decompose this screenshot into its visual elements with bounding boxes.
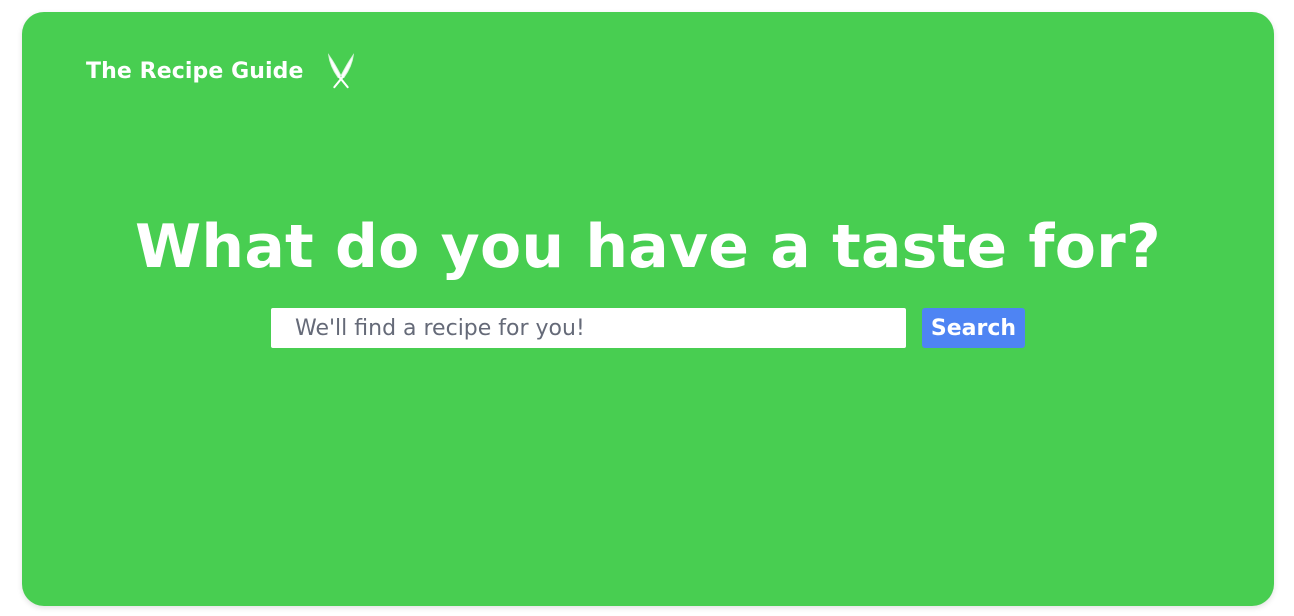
crossed-knives-icon bbox=[327, 53, 354, 89]
search-input[interactable] bbox=[271, 308, 906, 348]
brand-title: The Recipe Guide bbox=[86, 58, 304, 84]
page-title: What do you have a taste for? bbox=[135, 212, 1161, 282]
hero-card: The Recipe Guide What do you have a tast… bbox=[22, 12, 1274, 606]
search-bar: Search bbox=[271, 308, 1025, 348]
brand: The Recipe Guide bbox=[86, 52, 360, 90]
search-button[interactable]: Search bbox=[922, 308, 1025, 348]
